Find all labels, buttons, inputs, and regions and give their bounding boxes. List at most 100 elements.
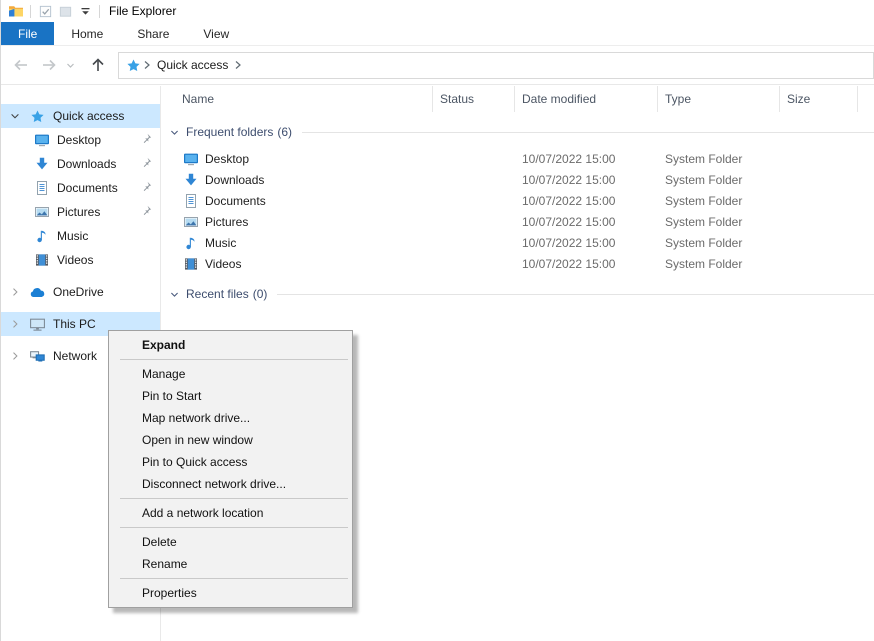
group-label: Frequent folders — [186, 125, 273, 139]
context-menu-item-open-in-new-window[interactable]: Open in new window — [109, 429, 352, 451]
sidebar-item-label: OneDrive — [53, 285, 104, 299]
sidebar-item-quick-access[interactable]: Quick access — [1, 104, 160, 128]
group-label: Recent files — [186, 287, 249, 301]
chevron-right-icon[interactable] — [8, 318, 22, 330]
sidebar-item-music[interactable]: Music — [1, 224, 160, 248]
tab-file[interactable]: File — [1, 22, 54, 45]
file-type: System Folder — [658, 194, 780, 208]
context-menu-item-delete[interactable]: Delete — [109, 531, 352, 553]
file-row-documents[interactable]: Documents 10/07/2022 15:00System Folder — [161, 190, 874, 211]
address-bar[interactable]: Quick access — [118, 52, 874, 79]
file-explorer-window: File Explorer FileHomeShareView Quick ac… — [0, 0, 874, 641]
breadcrumb-item-quick-access[interactable]: Quick access — [153, 58, 232, 72]
qat-separator — [30, 5, 31, 18]
context-menu-item-properties[interactable]: Properties — [109, 582, 352, 604]
context-menu-item-add-a-network-location[interactable]: Add a network location — [109, 502, 352, 524]
group-rule — [302, 132, 874, 133]
column-header-type[interactable]: Type — [658, 86, 780, 112]
music-icon — [33, 228, 50, 245]
sidebar-item-label: This PC — [53, 317, 96, 331]
explorer-logo-icon — [6, 1, 26, 21]
group-chevron-down-icon[interactable] — [169, 288, 181, 300]
videos-icon — [183, 256, 199, 272]
group-header-recent-files[interactable]: Recent files (0) — [169, 284, 874, 304]
recent-locations-dropdown-button[interactable] — [63, 52, 78, 78]
sidebar-item-desktop[interactable]: Desktop — [1, 128, 160, 152]
menu-separator — [120, 578, 348, 579]
downloads-icon — [183, 172, 199, 188]
group-rule — [277, 294, 874, 295]
file-date-modified: 10/07/2022 15:00 — [515, 257, 658, 271]
file-date-modified: 10/07/2022 15:00 — [515, 215, 658, 229]
group-header-frequent-folders[interactable]: Frequent folders(6) — [169, 122, 874, 142]
file-row-downloads[interactable]: Downloads10/07/2022 15:00System Folder — [161, 169, 874, 190]
this-pc-icon — [29, 316, 46, 333]
context-menu-item-disconnect-network-drive[interactable]: Disconnect network drive... — [109, 473, 352, 495]
group-count: (0) — [253, 287, 268, 301]
qat-properties-button[interactable] — [35, 1, 55, 21]
file-date-modified: 10/07/2022 15:00 — [515, 194, 658, 208]
qat-separator — [99, 5, 100, 18]
back-button[interactable] — [7, 52, 35, 78]
quick-access-star-icon — [29, 108, 46, 125]
pin-icon — [140, 156, 154, 170]
file-name: Documents — [205, 194, 266, 208]
chevron-right-icon[interactable] — [8, 350, 22, 362]
sidebar-item-downloads[interactable]: Downloads — [1, 152, 160, 176]
navigation-bar: Quick access — [1, 46, 874, 85]
music-icon — [183, 235, 199, 251]
context-menu-item-rename[interactable]: Rename — [109, 553, 352, 575]
file-type: System Folder — [658, 257, 780, 271]
column-header-name[interactable]: Name — [161, 86, 433, 112]
context-menu-item-pin-to-quick-access[interactable]: Pin to Quick access — [109, 451, 352, 473]
file-type: System Folder — [658, 152, 780, 166]
up-button[interactable] — [84, 52, 112, 78]
file-row-videos[interactable]: Videos 10/07/2022 15:00System Folder — [161, 253, 874, 274]
breadcrumb-chevron-icon[interactable] — [234, 60, 242, 70]
menu-separator — [120, 359, 348, 360]
group-chevron-down-icon[interactable] — [169, 126, 181, 138]
file-date-modified: 10/07/2022 15:00 — [515, 236, 658, 250]
pictures-icon — [33, 204, 50, 221]
file-row-music[interactable]: Music10/07/2022 15:00System Folder — [161, 232, 874, 253]
file-name: Pictures — [205, 215, 248, 229]
tab-home[interactable]: Home — [54, 22, 120, 45]
sidebar-item-pictures[interactable]: Pictures — [1, 200, 160, 224]
tab-share[interactable]: Share — [120, 22, 186, 45]
sidebar-item-label: Network — [53, 349, 97, 363]
file-name: Videos — [205, 257, 241, 271]
pin-icon — [140, 132, 154, 146]
context-menu-item-expand[interactable]: Expand — [109, 334, 352, 356]
sidebar-item-onedrive[interactable]: OneDrive — [1, 280, 160, 304]
sidebar-item-label: Videos — [57, 253, 93, 267]
chevron-right-icon[interactable] — [8, 286, 22, 298]
column-header-date-modified[interactable]: Date modified — [515, 86, 658, 112]
sidebar-item-label: Pictures — [57, 205, 100, 219]
context-menu-item-map-network-drive[interactable]: Map network drive... — [109, 407, 352, 429]
sidebar-item-videos[interactable]: Videos — [1, 248, 160, 272]
desktop-icon — [33, 132, 50, 149]
desktop-icon — [183, 151, 199, 167]
context-menu-item-pin-to-start[interactable]: Pin to Start — [109, 385, 352, 407]
breadcrumb-chevron-icon[interactable] — [143, 60, 151, 70]
pin-icon — [140, 204, 154, 218]
window-title: File Explorer — [109, 4, 176, 18]
file-row-desktop[interactable]: Desktop10/07/2022 15:00System Folder — [161, 148, 874, 169]
qat-new-folder-button[interactable] — [55, 1, 75, 21]
ribbon-tabs: FileHomeShareView — [1, 22, 874, 46]
sidebar-item-label: Quick access — [53, 109, 124, 123]
sidebar-item-documents[interactable]: Documents — [1, 176, 160, 200]
sidebar-item-label: Downloads — [57, 157, 116, 171]
file-row-pictures[interactable]: Pictures10/07/2022 15:00System Folder — [161, 211, 874, 232]
documents-icon — [33, 180, 50, 197]
file-date-modified: 10/07/2022 15:00 — [515, 152, 658, 166]
tab-view[interactable]: View — [186, 22, 246, 45]
context-menu-item-manage[interactable]: Manage — [109, 363, 352, 385]
chevron-down-icon[interactable] — [8, 110, 22, 122]
onedrive-icon — [29, 284, 46, 301]
column-header-status[interactable]: Status — [433, 86, 515, 112]
forward-button[interactable] — [35, 52, 63, 78]
quick-access-star-icon — [125, 57, 141, 73]
column-header-size[interactable]: Size — [780, 86, 858, 112]
qat-customize-dropdown-button[interactable] — [75, 1, 95, 21]
